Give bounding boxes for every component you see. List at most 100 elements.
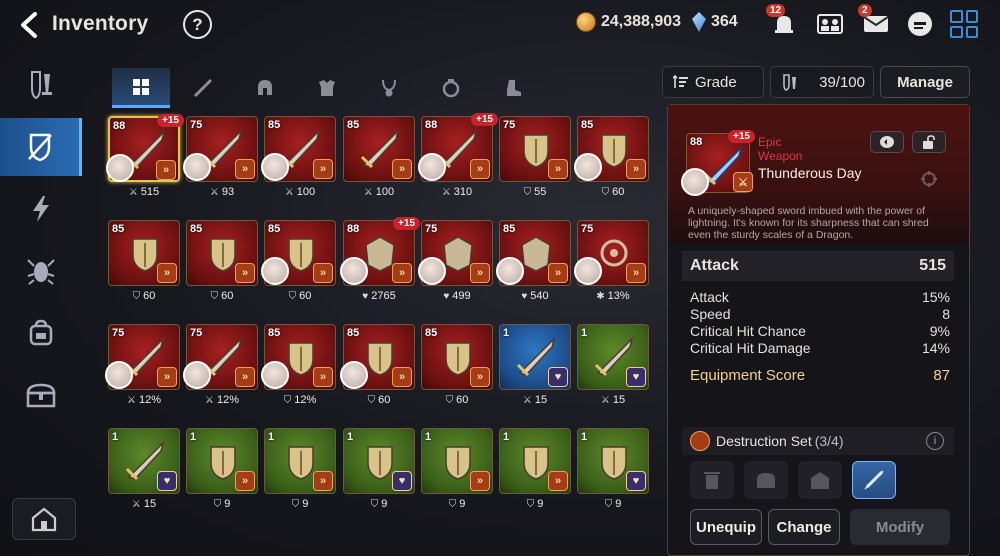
tab-necklace[interactable] <box>360 68 418 108</box>
inventory-item[interactable]: 85» ⛉ 60 <box>574 116 649 208</box>
tab-all[interactable] <box>112 68 170 108</box>
inventory-item[interactable]: 75» ✱ 13% <box>574 220 649 312</box>
hero-link-button[interactable] <box>870 131 904 153</box>
item-stat-value: 60 <box>378 394 391 406</box>
inventory-item[interactable]: 75» ⚔ 12% <box>105 324 180 416</box>
inventory-item[interactable]: 1» ⛉ 9 <box>264 428 336 520</box>
set-badge-icon: » <box>392 367 412 387</box>
set-badge-icon: » <box>626 159 646 179</box>
capacity-value: 39/100 <box>819 73 865 91</box>
main-stat-label: Attack <box>690 257 739 274</box>
inventory-item[interactable]: 75» ⛉ 55 <box>499 116 571 208</box>
slot-store[interactable] <box>798 461 842 499</box>
set-badge-icon: » <box>235 263 255 283</box>
slot-trash[interactable] <box>690 461 734 499</box>
info-icon[interactable]: i <box>926 432 944 450</box>
tab-helmet[interactable] <box>236 68 294 108</box>
help-button[interactable]: ? <box>183 10 212 39</box>
item-description: A uniquely-shaped sword imbued with the … <box>688 205 929 241</box>
item-stat-value: 60 <box>143 290 156 302</box>
tab-ring[interactable] <box>422 68 480 108</box>
slot-unequip-active[interactable] <box>852 461 896 499</box>
chat-button[interactable] <box>904 8 936 40</box>
inventory-item[interactable]: 75» ⚔ 12% <box>183 324 258 416</box>
tab-boots[interactable] <box>484 68 542 108</box>
inventory-item[interactable]: 1 ♥ ⚔ 15 <box>108 428 180 520</box>
inventory-item[interactable]: 85» ⚔ 100 <box>343 116 415 208</box>
inventory-item[interactable]: 1» ⛉ 9 <box>186 428 258 520</box>
sidebar-item-storage[interactable] <box>0 366 82 424</box>
set-badge-icon: ♥ <box>548 367 568 387</box>
inventory-item[interactable]: 1 ♥ ⚔ 15 <box>499 324 571 416</box>
manage-button[interactable]: Manage <box>880 66 970 98</box>
item-frame: 75» <box>499 116 571 182</box>
shield-stat-icon: ⛉ <box>601 186 610 198</box>
weapon-icon <box>193 78 213 98</box>
set-badge-icon: » <box>470 263 490 283</box>
lock-button[interactable] <box>912 131 946 153</box>
sidebar-item-catalysts[interactable] <box>0 242 82 300</box>
help-icon: ? <box>192 14 203 34</box>
inventory-item[interactable]: 85» ⛉ 60 <box>421 324 493 416</box>
inventory-item[interactable]: 1 ♥ ⚔ 15 <box>577 324 649 416</box>
item-frame: 85» <box>261 220 336 286</box>
equipment-type-tabs <box>112 68 632 108</box>
friends-button[interactable] <box>814 8 846 40</box>
shield-stat-icon: ⛉ <box>367 394 376 406</box>
inventory-item[interactable]: 85» ⚔ 100 <box>261 116 336 208</box>
notifications-button[interactable]: 12 <box>766 4 800 40</box>
tab-weapon[interactable] <box>174 68 232 108</box>
sidebar-item-equipment[interactable] <box>0 118 82 176</box>
inventory-item[interactable]: 85» ♥ 540 <box>496 220 571 312</box>
menu-grid-icon[interactable] <box>950 10 978 38</box>
item-main-stat: ⚔ 93 <box>186 186 258 198</box>
inventory-item[interactable]: 88 +15» ⚔ 515 <box>106 114 184 208</box>
item-main-stat: ⛉ 9 <box>264 498 336 510</box>
item-stat-value: 9 <box>302 498 309 510</box>
crystal-icon <box>692 12 706 32</box>
crystal-counter[interactable]: 364 <box>692 12 738 32</box>
inventory-item[interactable]: 1 ♥ ⛉ 9 <box>343 428 415 520</box>
sidebar-item-artifacts[interactable] <box>0 180 82 238</box>
modify-button[interactable]: Modify <box>850 509 950 545</box>
inventory-item[interactable]: 75» ♥ 499 <box>418 220 493 312</box>
unequip-button[interactable]: Unequip <box>690 509 762 545</box>
inventory-item[interactable]: 85» ⛉ 60 <box>186 220 258 312</box>
all-grid-icon <box>133 78 149 95</box>
sidebar-item-materials[interactable] <box>0 304 82 362</box>
slot-storage[interactable] <box>744 461 788 499</box>
inventory-item[interactable]: 85» ⛉ 60 <box>340 324 415 416</box>
item-detail-panel: 88 +15 ⚔ Epic Weapon Thunderous Day A un… <box>667 104 970 556</box>
sword-stat-icon: ⚔ <box>205 394 214 406</box>
set-badge-icon: » <box>235 367 255 387</box>
inventory-item[interactable]: 75» ⚔ 93 <box>183 116 258 208</box>
inventory-item[interactable]: 1» ⛉ 9 <box>421 428 493 520</box>
sidebar-home-button[interactable] <box>12 498 76 540</box>
item-stat-value: 100 <box>296 186 316 198</box>
item-main-stat: ⛉ 60 <box>186 290 258 302</box>
gold-counter[interactable]: 24,388,903 <box>576 12 681 32</box>
change-button[interactable]: Change <box>768 509 840 545</box>
item-grid: 88 +15» ⚔ 515 75» ⚔ 93 85» ⚔ 100 85» ⚔ 100 88 +15» ⚔ 310… <box>105 113 653 556</box>
item-frame: 85» <box>186 220 258 286</box>
item-main-stat: ⛉ 9 <box>186 498 258 510</box>
inventory-item[interactable]: 85» ⛉ 60 <box>108 220 180 312</box>
inventory-item[interactable]: 85» ⛉ 60 <box>261 220 336 312</box>
inventory-item[interactable]: 1 ♥ ⛉ 9 <box>577 428 649 520</box>
item-stat-value: 540 <box>530 290 549 302</box>
inventory-capacity[interactable]: 39/100 <box>770 66 874 98</box>
sidebar-item-heroes-gear[interactable] <box>0 56 82 114</box>
inventory-item[interactable]: 85» ⛉ 12% <box>261 324 336 416</box>
equip-slot-row <box>690 461 950 501</box>
house-icon <box>31 507 57 532</box>
inventory-item[interactable]: 1» ⛉ 9 <box>499 428 571 520</box>
inventory-item[interactable]: 88 +15» ♥ 2765 <box>340 217 420 312</box>
mail-button[interactable]: 2 <box>858 4 892 40</box>
inventory-item[interactable]: 88 +15» ⚔ 310 <box>418 113 498 208</box>
tab-armor[interactable] <box>298 68 356 108</box>
back-button[interactable] <box>14 10 44 40</box>
grade-sort-button[interactable]: Grade <box>662 66 764 98</box>
equipped-hero-avatar <box>183 361 211 389</box>
item-stat-value: 15 <box>534 394 548 406</box>
armor-icon <box>319 80 335 96</box>
